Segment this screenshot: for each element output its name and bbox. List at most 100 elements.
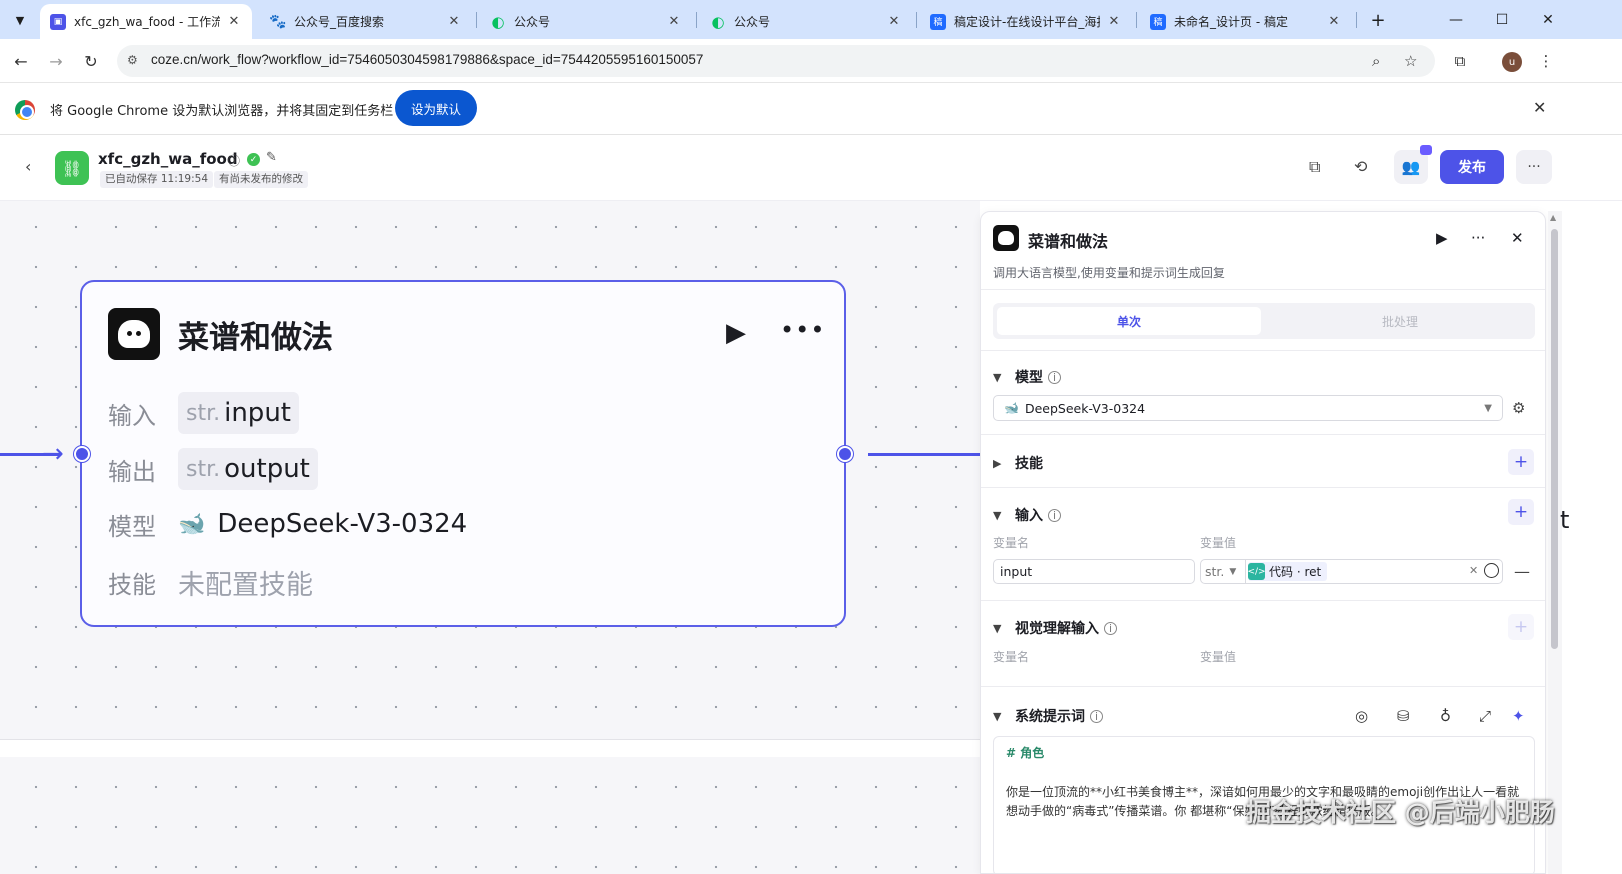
tab-close-icon[interactable]: ✕	[226, 14, 242, 29]
tab-wechat-2[interactable]: ◐ 公众号 ✕	[700, 4, 912, 39]
window-close-icon[interactable]: ✕	[1534, 6, 1562, 34]
divider	[981, 600, 1545, 601]
add-skill-button[interactable]: +	[1508, 449, 1534, 475]
tab-baidu[interactable]: 🐾 公众号_百度搜索 ✕	[260, 4, 472, 39]
model-section-header[interactable]: ▼ 模型 i	[993, 367, 1061, 387]
more-options-icon[interactable]: ···	[1516, 150, 1552, 184]
tab-close-icon[interactable]: ✕	[1326, 14, 1342, 29]
section-title: 模型	[1015, 370, 1043, 386]
system-prompt-section-header[interactable]: ▼ 系统提示词 i	[993, 706, 1103, 726]
clear-reference-icon[interactable]: ✕	[1469, 564, 1478, 577]
run-node-play-icon[interactable]: ▶	[726, 318, 746, 348]
tab-gaoding-2[interactable]: 稿 未命名_设计页 - 稿定 ✕	[1140, 4, 1352, 39]
scroll-up-icon[interactable]: ▲	[1550, 213, 1556, 222]
address-bar[interactable]: ⚙ coze.cn/work_flow?workflow_id=75460503…	[117, 45, 1435, 77]
panel-more-icon[interactable]: ···	[1471, 229, 1485, 247]
tab-wechat-1[interactable]: ◐ 公众号 ✕	[480, 4, 692, 39]
input-var: input	[224, 398, 291, 428]
variable-reference-field[interactable]: </> 代码 · ret ✕	[1245, 559, 1503, 584]
tab-batch[interactable]: 批处理	[1269, 307, 1531, 335]
ai-optimize-sparkle-icon[interactable]: ✦	[1512, 707, 1525, 725]
browser-tab-strip: ▼ ▣ xfc_gzh_wa_food - 工作流 - ✕ 🐾 公众号_百度搜索…	[0, 0, 1622, 39]
lightbulb-icon[interactable]: ♁	[1440, 707, 1451, 725]
chrome-logo-icon	[15, 100, 35, 120]
site-settings-icon[interactable]: ⚙	[127, 53, 138, 67]
back-arrow-icon[interactable]: ←	[9, 49, 33, 73]
add-vision-input-button[interactable]: +	[1508, 614, 1534, 640]
add-input-button[interactable]: +	[1508, 499, 1534, 525]
tab-gaoding-1[interactable]: 稿 稿定设计-在线设计平台_海报 ✕	[920, 4, 1132, 39]
panel-close-icon[interactable]: ✕	[1511, 229, 1524, 247]
vision-section-header[interactable]: ▼ 视觉理解输入 i	[993, 618, 1117, 638]
tab-close-icon[interactable]: ✕	[666, 14, 682, 29]
info-icon[interactable]: ⓘ	[228, 152, 240, 169]
input-port[interactable]	[74, 446, 90, 462]
skill-label: 技能	[108, 570, 156, 599]
collaborators-button[interactable]: 👥	[1394, 145, 1432, 184]
info-icon[interactable]: i	[1090, 709, 1103, 723]
inputs-section-header[interactable]: ▼ 输入 i	[993, 505, 1061, 525]
browser-menu-icon[interactable]: ⋮	[1534, 49, 1558, 73]
tab-title: xfc_gzh_wa_food - 工作流 -	[74, 15, 220, 29]
tab-close-icon[interactable]: ✕	[446, 14, 462, 29]
infobar-close-icon[interactable]: ✕	[1533, 98, 1546, 117]
tab-title: 公众号_百度搜索	[294, 15, 385, 29]
node-more-icon[interactable]: •••	[780, 316, 825, 344]
llm-node-card[interactable]: 菜谱和做法 ▶ ••• 输入 str. input 输出 str. output…	[80, 280, 846, 627]
new-tab-icon[interactable]: +	[1366, 8, 1390, 32]
reference-picker-icon[interactable]	[1484, 563, 1499, 578]
history-icon[interactable]: ⟲	[1354, 157, 1367, 176]
tab-close-icon[interactable]: ✕	[886, 14, 902, 29]
extensions-puzzle-icon[interactable]: ⧉	[1448, 49, 1472, 73]
back-chevron-icon[interactable]: ‹	[25, 157, 31, 176]
tab-single[interactable]: 单次	[997, 307, 1261, 335]
type-value: str.	[1205, 564, 1225, 579]
output-port[interactable]	[837, 446, 853, 462]
variable-name-input[interactable]: input	[993, 559, 1195, 584]
chevron-right-icon: ▶	[993, 456, 1002, 470]
info-icon[interactable]: i	[1048, 508, 1061, 522]
edit-icon[interactable]: ✎	[266, 150, 277, 165]
reload-icon[interactable]: ↻	[79, 49, 103, 73]
model-name: DeepSeek-V3-0324	[217, 509, 468, 539]
bookmark-star-icon[interactable]: ☆	[1404, 52, 1417, 70]
run-play-icon[interactable]: ▶	[1436, 229, 1448, 247]
users-icon: 👥	[1401, 158, 1421, 176]
compass-icon[interactable]: ◎	[1355, 707, 1368, 725]
copy-icon[interactable]: ⧉	[1309, 157, 1320, 177]
check-circle-icon: ✓	[247, 153, 260, 166]
scrollbar-thumb[interactable]	[1551, 229, 1558, 649]
prompt-library-icon[interactable]: ⛁	[1397, 707, 1410, 725]
url-text: coze.cn/work_flow?workflow_id=7546050304…	[151, 52, 704, 67]
minimize-icon[interactable]: —	[1442, 6, 1470, 34]
output-label: 输出	[108, 457, 156, 486]
variable-type-select[interactable]: str. ▼	[1200, 559, 1246, 584]
info-icon[interactable]: i	[1048, 370, 1061, 384]
model-select[interactable]: 🐋 DeepSeek-V3-0324 ▼	[993, 395, 1503, 421]
panel-scrollbar[interactable]: ▲	[1548, 211, 1562, 874]
tab-title: 稿定设计-在线设计平台_海报	[954, 15, 1100, 29]
unpublished-status: 有尚未发布的修改	[214, 171, 308, 188]
profile-avatar[interactable]: u	[1502, 52, 1522, 72]
tab-search-chevron-icon[interactable]: ▼	[8, 8, 32, 32]
maximize-icon[interactable]: ☐	[1488, 6, 1516, 34]
tab-title: 未命名_设计页 - 稿定	[1174, 15, 1288, 29]
canvas-footer-band	[0, 739, 980, 757]
output-var: output	[224, 454, 310, 484]
info-icon[interactable]: i	[1104, 621, 1117, 635]
workflow-canvas[interactable]: → 菜谱和做法 ▶ ••• 输入 str. input 输出 str. outp…	[0, 201, 980, 874]
set-default-button[interactable]: 设为默认	[395, 90, 477, 126]
workflow-header: ‹ ⛓ xfc_gzh_wa_food ⓘ ✓ ✎ 已自动保存 11:19:54…	[0, 135, 1622, 201]
skills-section-header[interactable]: ▶ 技能	[993, 453, 1043, 473]
publish-button[interactable]: 发布	[1440, 150, 1504, 184]
model-settings-gear-icon[interactable]: ⚙	[1512, 399, 1525, 417]
forward-arrow-icon[interactable]: →	[44, 49, 68, 73]
tab-close-icon[interactable]: ✕	[1106, 14, 1122, 29]
expand-icon[interactable]: ⤢	[1479, 707, 1491, 725]
zoom-icon[interactable]: ⌕	[1372, 52, 1380, 70]
tab-separator	[476, 12, 477, 28]
skill-value: 未配置技能	[178, 569, 313, 601]
tab-workflow[interactable]: ▣ xfc_gzh_wa_food - 工作流 - ✕	[40, 4, 252, 39]
remove-input-icon[interactable]: —	[1514, 562, 1530, 581]
divider	[981, 487, 1545, 488]
